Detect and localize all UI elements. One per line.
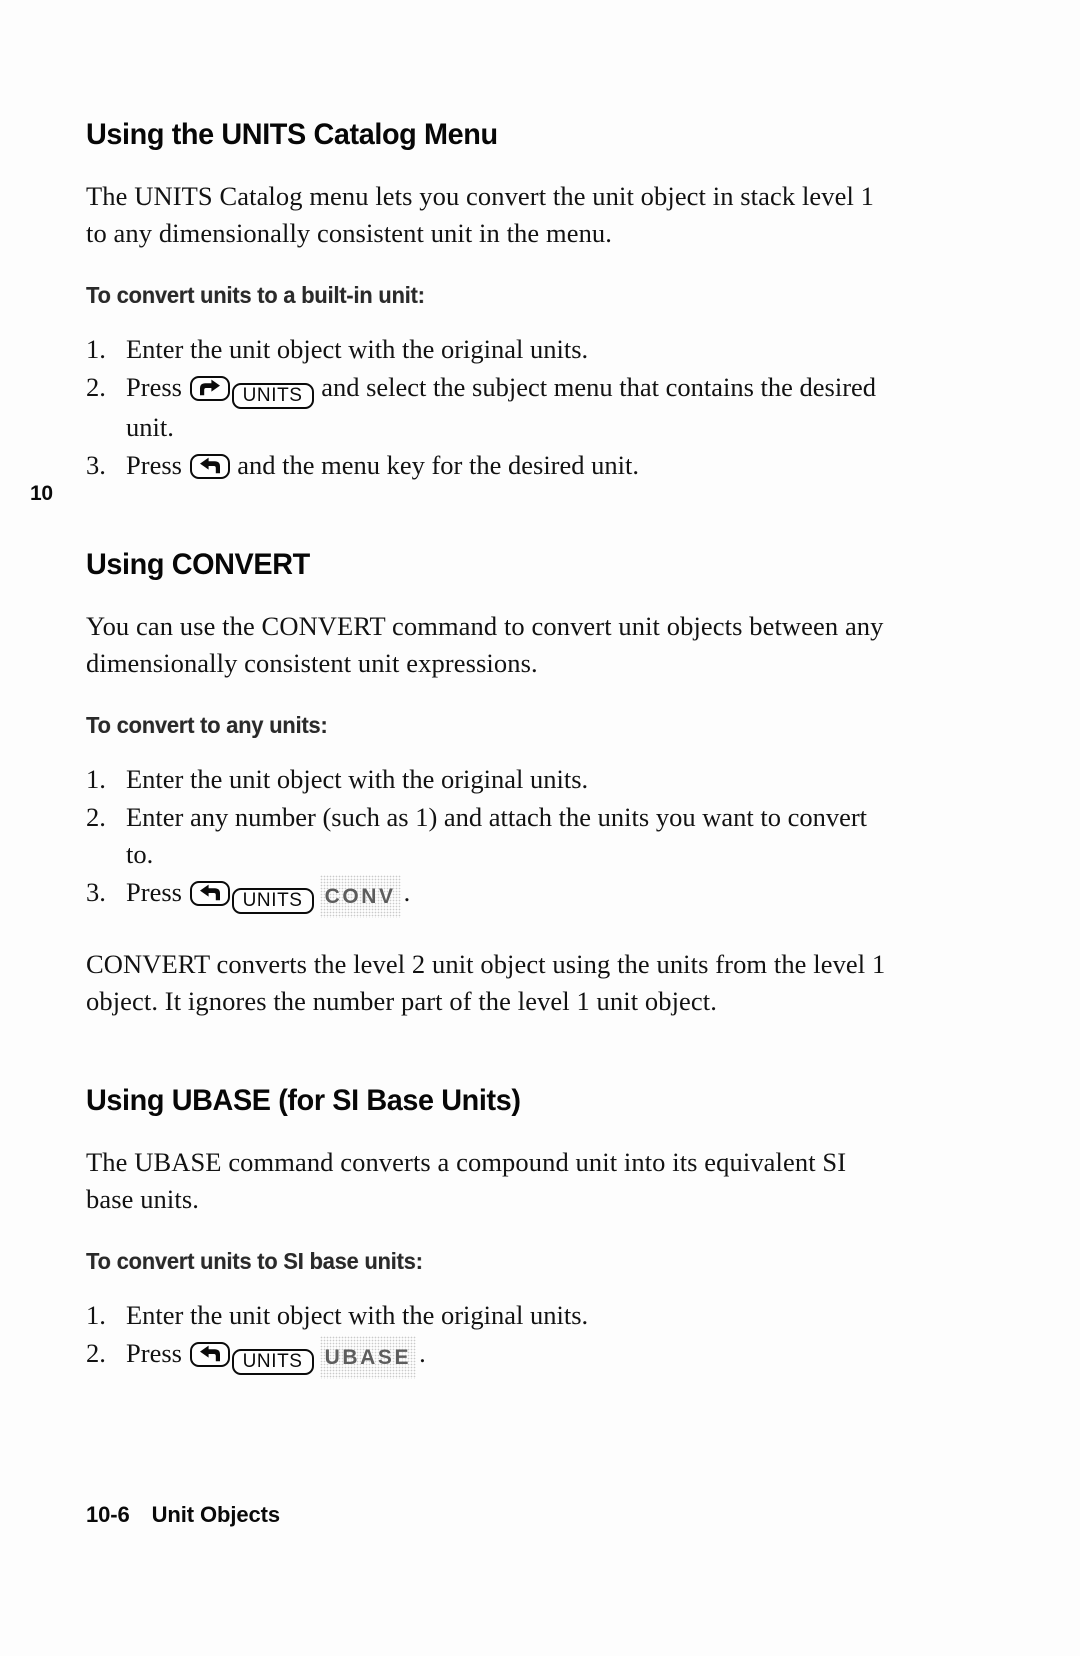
left-shift-arrow-key[interactable] [189,1342,230,1367]
section-intro-using-ubase: The UBASE command converts a compound un… [86,1147,847,1214]
step-text: Enter the unit object with the original … [126,1300,589,1330]
steps-list-units-catalog: Enter the unit object with the original … [86,331,898,484]
chapter-tab-marker: 10 [30,482,53,505]
section-heading-units-catalog: Using the UNITS Catalog Menu [86,118,498,151]
step-text: Press [126,1338,189,1368]
left-shift-arrow-key[interactable] [189,881,230,906]
left-shift-arrow-icon [199,884,221,902]
list-item: Enter the unit object with the original … [86,1297,898,1334]
list-item: Press UNITS UBASE. [86,1335,898,1379]
text-column: Using the UNITS Catalog Menu The UNITS C… [86,118,898,1407]
step-text: Enter the unit object with the original … [126,764,589,794]
list-item: Press and the menu key for the desired u… [86,447,898,484]
list-item: Press UNITS CONV. [86,874,898,918]
list-item: Enter the unit object with the original … [86,331,898,368]
step-text-tail: and the menu key for the desired unit. [230,450,639,480]
left-shift-arrow-icon [199,1345,221,1363]
soft-menu-label-ubase[interactable]: UBASE [319,1336,417,1379]
page-footer: 10-6 Unit Objects [86,1502,280,1528]
left-shift-arrow-icon [199,457,221,475]
list-item: Enter the unit object with the original … [86,761,898,798]
list-item: Press UNITS and select the subject menu … [86,369,898,446]
right-shift-arrow-key[interactable] [189,376,230,401]
units-key[interactable]: UNITS [231,1349,314,1375]
section-outro-using-convert: CONVERT converts the level 2 unit object… [86,949,886,1016]
steps-list-using-ubase: Enter the unit object with the original … [86,1297,898,1379]
manual-page: 10 Using the UNITS Catalog Menu The UNIT… [0,0,1080,1656]
subheading-convert-si-base: To convert units to SI base units: [86,1248,423,1274]
step-text: Enter the unit object with the original … [126,334,589,364]
footer-page-number: 10-6 [86,1502,130,1527]
section-heading-using-convert: Using CONVERT [86,548,310,581]
step-text: Press [126,877,189,907]
section-intro-using-convert: You can use the CONVERT command to conve… [86,611,884,678]
subheading-convert-builtin: To convert units to a built-in unit: [86,282,425,308]
section-intro-units-catalog: The UNITS Catalog menu lets you convert … [86,181,875,248]
left-shift-arrow-key[interactable] [189,454,230,479]
units-key[interactable]: UNITS [231,888,314,914]
section-heading-using-ubase: Using UBASE (for SI Base Units) [86,1084,521,1117]
steps-list-using-convert: Enter the unit object with the original … [86,761,898,918]
soft-menu-label-conv[interactable]: CONV [319,875,401,918]
step-text: Press [126,450,189,480]
step-text: Press [126,372,189,402]
step-text: Enter any number (such as 1) and attach … [126,802,868,869]
step-text-tail: . [403,877,411,907]
step-text-tail: . [419,1338,426,1368]
units-key[interactable]: UNITS [231,383,314,409]
subheading-convert-any-units: To convert to any units: [86,712,328,738]
right-shift-arrow-icon [199,379,221,397]
footer-title: Unit Objects [151,1502,281,1527]
list-item: Enter any number (such as 1) and attach … [86,799,898,873]
